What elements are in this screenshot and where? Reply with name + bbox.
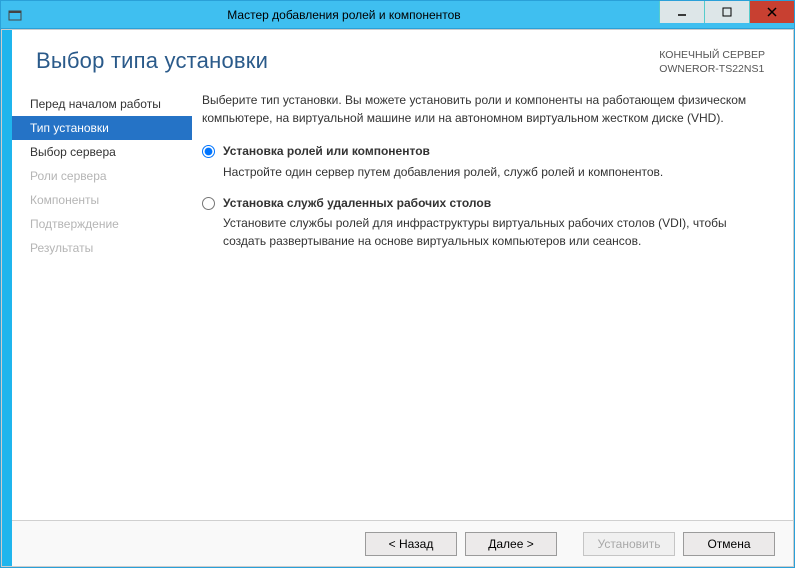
wizard-window: Мастер добавления ролей и компонентов Вы… bbox=[0, 0, 795, 568]
radio-rds[interactable] bbox=[202, 197, 215, 210]
close-button[interactable] bbox=[749, 1, 794, 23]
step-results: Результаты bbox=[12, 236, 192, 260]
option-rds-header: Установка служб удаленных рабочих столов bbox=[202, 195, 765, 212]
minimize-button[interactable] bbox=[659, 1, 704, 23]
destination-server-name: OWNEROR-TS22NS1 bbox=[659, 62, 765, 76]
option-rds-desc: Установите службы ролей для инфраструкту… bbox=[223, 215, 765, 250]
step-confirmation: Подтверждение bbox=[12, 212, 192, 236]
option-role-based[interactable]: Установка ролей или компонентов Настройт… bbox=[202, 143, 765, 181]
step-installation-type[interactable]: Тип установки bbox=[12, 116, 192, 140]
cancel-button[interactable]: Отмена bbox=[683, 532, 775, 556]
step-server-selection[interactable]: Выбор сервера bbox=[12, 140, 192, 164]
option-rds-title: Установка служб удаленных рабочих столов bbox=[223, 195, 491, 212]
titlebar: Мастер добавления ролей и компонентов bbox=[1, 1, 794, 29]
window-title: Мастер добавления ролей и компонентов bbox=[29, 8, 659, 22]
install-button: Установить bbox=[583, 532, 675, 556]
footer-buttons: < Назад Далее > Установить Отмена bbox=[12, 520, 793, 566]
app-icon bbox=[1, 1, 29, 29]
option-role-based-title: Установка ролей или компонентов bbox=[223, 143, 430, 160]
window-controls bbox=[659, 1, 794, 28]
option-role-based-desc: Настройте один сервер путем добавления р… bbox=[223, 164, 765, 181]
step-before-you-begin[interactable]: Перед началом работы bbox=[12, 92, 192, 116]
intro-text: Выберите тип установки. Вы можете устано… bbox=[202, 92, 765, 127]
option-rds[interactable]: Установка служб удаленных рабочих столов… bbox=[202, 195, 765, 250]
option-role-based-header: Установка ролей или компонентов bbox=[202, 143, 765, 160]
header-area: Выбор типа установки КОНЕЧНЫЙ СЕРВЕР OWN… bbox=[12, 30, 793, 82]
destination-server-label: КОНЕЧНЫЙ СЕРВЕР bbox=[659, 48, 765, 62]
step-server-roles: Роли сервера bbox=[12, 164, 192, 188]
page-title: Выбор типа установки bbox=[36, 48, 659, 74]
radio-role-based[interactable] bbox=[202, 145, 215, 158]
destination-server-box: КОНЕЧНЫЙ СЕРВЕР OWNEROR-TS22NS1 bbox=[659, 48, 765, 76]
main-area: Выбор типа установки КОНЕЧНЫЙ СЕРВЕР OWN… bbox=[12, 30, 793, 566]
left-accent-strip bbox=[2, 30, 12, 566]
content-area: Выбор типа установки КОНЕЧНЫЙ СЕРВЕР OWN… bbox=[1, 29, 794, 567]
back-button[interactable]: < Назад bbox=[365, 532, 457, 556]
next-button[interactable]: Далее > bbox=[465, 532, 557, 556]
step-features: Компоненты bbox=[12, 188, 192, 212]
content-pane: Выберите тип установки. Вы можете устано… bbox=[192, 86, 793, 520]
wizard-steps-sidebar: Перед началом работы Тип установки Выбор… bbox=[12, 86, 192, 520]
body-area: Перед началом работы Тип установки Выбор… bbox=[12, 82, 793, 520]
maximize-button[interactable] bbox=[704, 1, 749, 23]
